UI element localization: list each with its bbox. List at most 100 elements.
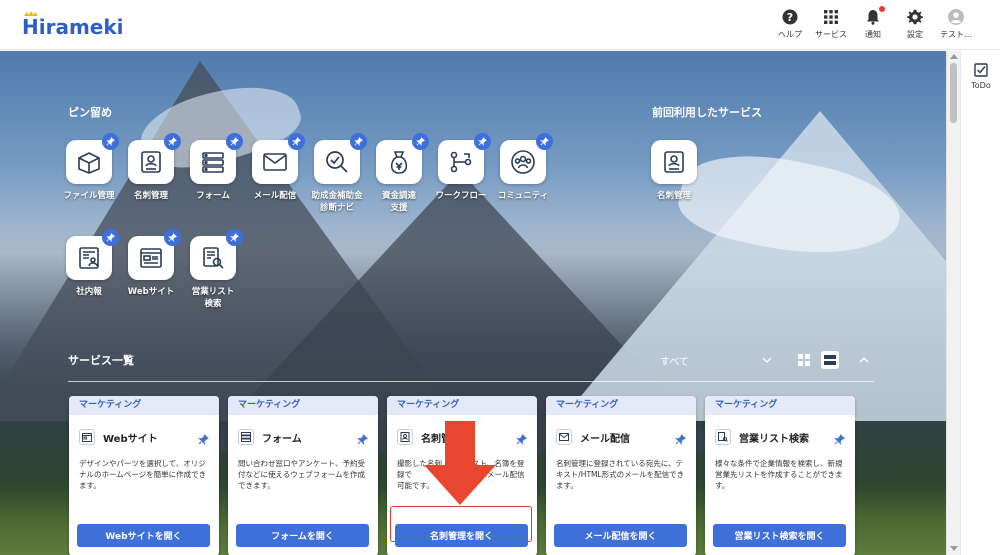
service-card-form: マーケティング フォーム 問い合わせ窓口やアンケート、予約受付などに使えるウェブ… (228, 396, 378, 555)
pin-icon[interactable] (164, 133, 181, 150)
todo-checkbox-icon (974, 63, 988, 77)
collapse-button[interactable] (855, 351, 873, 369)
card-title: 営業リスト検索 (739, 433, 809, 445)
list-view-icon (824, 355, 836, 365)
recent-section-title: 前回利用したサービス (652, 106, 762, 119)
pinned-tile-file-management[interactable]: ファイル管理 (58, 133, 120, 202)
pinned-section-title: ピン留め (68, 106, 112, 119)
bell-icon (864, 6, 885, 26)
chevron-up-icon (859, 357, 869, 363)
pin-icon[interactable] (288, 133, 305, 150)
open-website-button[interactable]: Webサイトを開く (77, 524, 210, 547)
open-mail-button[interactable]: メール配信を開く (554, 524, 687, 547)
grid-view-button[interactable] (795, 351, 813, 369)
pinned-tile-mail[interactable]: メール配信 (244, 133, 306, 202)
arrow-down-icon (424, 421, 496, 505)
tile-label: 名刺管理 (133, 191, 168, 201)
pinned-tile-workflow[interactable]: ワークフロー (430, 133, 492, 202)
pin-icon[interactable] (474, 133, 491, 150)
card-description: デザインやパーツを選択して、オリジナルのホームページを簡単に作成できます。 (79, 459, 207, 490)
help-label: ヘルプ (778, 30, 802, 39)
tile-label: ファイル管理 (63, 191, 115, 201)
card-title: フォーム (262, 433, 302, 445)
pinned-tile-funding[interactable]: 資金調達 支援 (368, 133, 430, 214)
pin-icon[interactable] (102, 229, 119, 246)
newsletter-icon (79, 247, 99, 269)
card-category: マーケティング (705, 396, 855, 415)
list-search-icon (203, 247, 224, 269)
highlight-box (390, 506, 532, 542)
mail-icon (556, 429, 572, 445)
services-section-title: サービス一覧 (68, 354, 134, 367)
mail-icon (263, 153, 287, 171)
card-title: Webサイト (103, 433, 158, 445)
pin-icon[interactable] (198, 430, 209, 449)
pin-icon[interactable] (164, 229, 181, 246)
community-icon (511, 150, 535, 174)
pinned-tile-newsletter[interactable]: 社内報 (58, 229, 120, 298)
notifications-label: 通知 (865, 30, 881, 39)
app-logo[interactable]: Hirameki 7 (20, 10, 130, 40)
pinned-tile-website[interactable]: Webサイト (120, 229, 182, 298)
tile-label: ワークフロー (435, 191, 487, 201)
help-icon: ? (781, 8, 799, 26)
pin-icon[interactable] (102, 133, 119, 150)
filter-value: すべて (660, 356, 689, 368)
pin-icon[interactable] (516, 430, 527, 449)
tile-label: フォーム (196, 191, 230, 201)
user-menu-button[interactable]: テスト… (931, 8, 981, 40)
check-search-icon (326, 151, 348, 173)
tile-label: 社内報 (76, 287, 102, 297)
pinned-tile-sales-list[interactable]: 営業リスト 検索 (182, 229, 244, 310)
pinned-tile-subsidy[interactable]: 助成金補助金 診断ナビ (306, 133, 368, 214)
tile-label: メール配信 (253, 191, 297, 201)
website-icon (140, 248, 162, 268)
vertical-scrollbar[interactable] (946, 51, 960, 555)
tile-label: Webサイト (127, 287, 175, 297)
services-label: サービス (815, 30, 847, 39)
pin-icon[interactable] (536, 133, 553, 150)
open-form-button[interactable]: フォームを開く (236, 524, 369, 547)
list-view-button[interactable] (821, 351, 839, 369)
service-filter-select[interactable]: すべて (660, 352, 772, 368)
card-icon (664, 151, 684, 173)
box-icon (78, 152, 100, 174)
tile-label: 助成金補助金 診断ナビ (311, 191, 363, 213)
open-sales-list-button[interactable]: 営業リスト検索を開く (713, 524, 846, 547)
card-category: マーケティング (387, 396, 537, 415)
pin-icon[interactable] (350, 133, 367, 150)
tile-label: コミュニティ (497, 191, 549, 201)
gear-icon (906, 8, 924, 26)
card-icon (141, 151, 161, 173)
pin-icon[interactable] (412, 133, 429, 150)
grid-view-icon (798, 354, 810, 366)
pinned-tile-form[interactable]: フォーム (182, 133, 244, 202)
user-icon (947, 8, 965, 26)
scroll-down-icon[interactable] (950, 546, 958, 551)
todo-button[interactable]: ToDo (961, 63, 1000, 90)
recent-tile-business-cards[interactable]: 名刺管理 (643, 140, 705, 202)
pinned-tile-community[interactable]: コミュニティ (492, 133, 554, 202)
pin-icon[interactable] (675, 430, 686, 449)
card-description: 名刺管理に登録されている宛先に、テキスト/HTML形式のメールを配信できます。 (556, 459, 685, 490)
logo-mark: Hirameki 7 (22, 11, 130, 39)
scroll-up-icon[interactable] (950, 54, 958, 59)
service-card-mail: マーケティング メール配信 名刺管理に登録されている宛先に、テキスト/HTML形… (546, 396, 696, 555)
svg-text:?: ? (787, 11, 793, 24)
pinned-tile-business-cards[interactable]: 名刺管理 (120, 133, 182, 202)
form-icon (238, 429, 254, 445)
logo-text: Hirameki 7 (22, 15, 130, 39)
scroll-thumb[interactable] (950, 63, 957, 123)
pin-icon[interactable] (226, 229, 243, 246)
website-icon (79, 429, 95, 445)
settings-label: 設定 (907, 30, 923, 39)
pin-icon[interactable] (226, 133, 243, 150)
todo-label: ToDo (971, 81, 991, 90)
chevron-down-icon (762, 355, 772, 366)
divider (68, 381, 874, 382)
pin-icon[interactable] (834, 430, 845, 449)
money-bag-icon (390, 151, 408, 174)
list-search-icon (715, 429, 731, 445)
right-side-panel: ToDo (960, 51, 1000, 555)
pin-icon[interactable] (357, 430, 368, 449)
